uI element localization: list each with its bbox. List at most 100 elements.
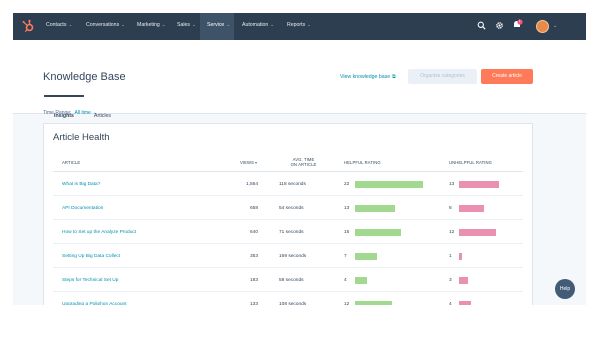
avg-time-value: 118 seconds [279,182,306,187]
help-button[interactable]: Help [555,279,575,299]
unhelpful-rating-bar [459,205,484,212]
chevron-down-icon: ⌄ [92,110,98,116]
nav-item-contacts[interactable]: Contacts ⌄ [46,22,72,28]
row-divider [53,243,523,244]
chevron-down-icon[interactable]: ⌄ [553,23,557,29]
chevron-down-icon: ⌄ [191,22,196,27]
nav-label: Reports [287,22,306,28]
unhelpful-rating-bar [459,301,472,305]
article-link[interactable]: API Documentation [62,206,103,211]
external-link-icon: ⧉ [392,74,396,80]
chevron-down-icon: ⌄ [121,22,125,27]
page-header: Knowledge Base View knowledge base ⧉ Orga… [13,40,586,119]
views-value: 133 [249,302,258,305]
active-tab-indicator [44,95,84,97]
time-range-filter[interactable]: Time Range: All time ⌄ [43,110,97,116]
time-range-label: Time Range: [43,110,72,116]
avg-time-value: 169 seconds [279,254,307,259]
views-value: 640 [249,230,258,235]
nav-item-sales[interactable]: Sales ⌄ [177,22,196,28]
chevron-down-icon: ⌄ [161,22,166,27]
column-header-avg-time[interactable]: AVG. TIME ON ARTICLE [286,157,321,167]
column-header-views[interactable]: VIEWS▾ [240,160,257,165]
row-divider [53,291,523,292]
nav-item-reports[interactable]: Reports ⌄ [287,22,311,28]
column-header-unhelpful[interactable]: UNHELPFUL RATING [449,160,492,165]
organize-categories-button[interactable]: Organize categories [408,69,477,84]
article-link[interactable]: How to Set up the Analyze Product [62,230,136,235]
unhelpful-count: 8 [449,206,452,211]
card-title: Article Health [53,132,110,143]
avg-time-value: 71 seconds [279,230,304,235]
nav-item-marketing[interactable]: Marketing ⌄ [137,22,166,28]
nav-item-conversations[interactable]: Conversations ⌄ [86,22,125,28]
helpful-count: 7 [344,254,347,259]
views-value: 658 [249,206,258,211]
avg-time-value: 58 seconds [279,278,304,283]
nav-item-service[interactable]: Service ⌄ [207,22,230,28]
chevron-down-icon: ⌄ [307,22,311,27]
helpful-rating-bar [355,181,423,188]
article-health-card: Article Health ARTICLE VIEWS▾ AVG. TIME … [43,123,533,305]
chevron-down-icon: ⌄ [68,22,73,27]
column-header-helpful[interactable]: HELPFUL RATING [344,160,381,165]
header-divider [53,171,523,172]
hubspot-logo-icon[interactable] [21,19,35,33]
row-divider [53,219,523,220]
unhelpful-rating-bar [459,253,463,260]
unhelpful-rating-bar [459,277,469,284]
unhelpful-count: 12 [449,230,455,235]
helpful-rating-bar [355,205,396,212]
avg-time-value: 54 seconds [279,206,304,211]
unhelpful-count: 3 [449,278,452,283]
helpful-rating-bar [355,253,377,260]
nav-item-automation[interactable]: Automation ⌄ [242,22,274,28]
nav-label: Service [207,22,225,28]
views-value: 183 [249,278,258,283]
notification-bell-icon[interactable] [512,19,523,30]
column-label: ON ARTICLE [290,162,317,167]
article-link[interactable]: Setting Up Big Data Collect [62,254,120,259]
page-title: Knowledge Base [43,71,126,83]
sort-icon: ▾ [255,160,258,165]
article-link[interactable]: Upgrading a Poliphon Account [62,302,127,305]
chevron-down-icon: ⌄ [226,22,231,27]
helpful-rating-bar [355,229,402,236]
nav-label: Sales [177,22,190,28]
app-frame: Contacts ⌄ Conversations ⌄ Marketing ⌄ Sale… [13,13,586,305]
row-divider [53,267,523,268]
helpful-rating-bar [355,301,393,305]
column-header-article[interactable]: ARTICLE [62,160,80,165]
helpful-count: 22 [344,182,350,187]
nav-label: Marketing [137,22,160,28]
row-divider [53,195,523,196]
helpful-count: 13 [344,206,350,211]
unhelpful-count: 1 [449,254,452,259]
view-knowledge-base-link[interactable]: View knowledge base ⧉ [340,74,396,80]
nav-label: Conversations [86,22,120,28]
helpful-count: 12 [344,302,350,305]
gear-icon[interactable] [495,21,504,30]
time-range-value[interactable]: All time [74,110,90,116]
unhelpful-count: 4 [449,302,452,305]
column-label: VIEWS [240,160,254,165]
views-value: 1,564 [245,182,258,187]
top-navigation-bar: Contacts ⌄ Conversations ⌄ Marketing ⌄ Sale… [13,13,586,40]
avg-time-value: 108 seconds [279,302,307,305]
helpful-rating-bar [355,277,368,284]
create-article-button[interactable]: Create article [481,69,533,84]
unhelpful-rating-bar [459,229,496,236]
avatar[interactable] [536,20,549,33]
link-label: View knowledge base [340,74,391,80]
nav-label: Automation [242,22,269,28]
article-link[interactable]: What is Big Data? [62,182,100,187]
search-icon[interactable] [477,21,486,30]
helpful-count: 4 [344,278,347,283]
nav-label: Contacts [46,22,67,28]
helpful-count: 15 [344,230,350,235]
article-link[interactable]: Steps for Technical Set Up [62,278,118,283]
unhelpful-count: 13 [449,182,455,187]
unhelpful-rating-bar [459,181,499,188]
views-value: 353 [249,254,258,259]
notification-count-badge: 1 [518,19,521,24]
